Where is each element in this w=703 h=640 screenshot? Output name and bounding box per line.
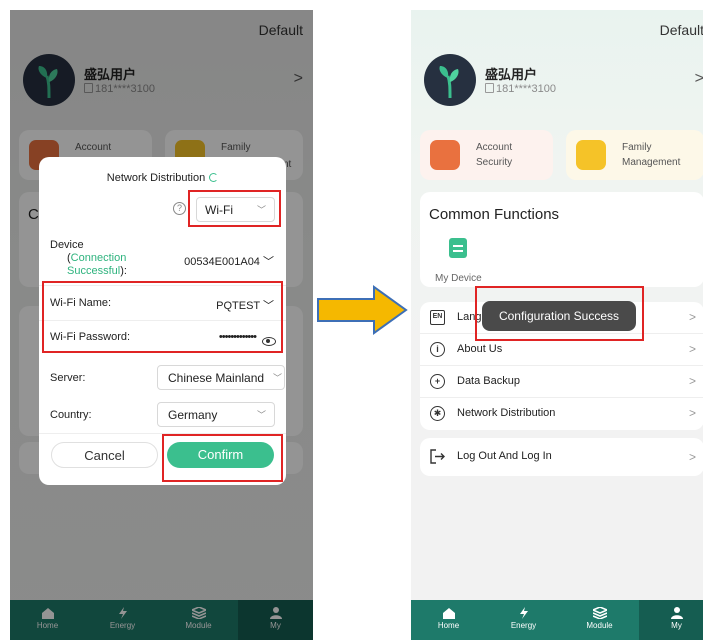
default-link[interactable]: Default: [660, 22, 703, 38]
tab-energy[interactable]: Energy: [486, 600, 561, 640]
cancel-button[interactable]: Cancel: [51, 442, 158, 468]
chevron-right-icon: >: [688, 310, 696, 324]
chevron-right-icon: >: [694, 70, 703, 87]
menu-label: Data Backup: [457, 375, 520, 387]
chevron-down-icon: ﹀: [263, 256, 274, 268]
menu-item-data-backup[interactable]: + Data Backup >: [420, 366, 703, 398]
profile-row[interactable]: 盛弘用户 181****3100 >: [424, 50, 703, 110]
tab-module[interactable]: Module: [562, 600, 637, 640]
highlight-confirm: [162, 434, 283, 482]
user-phone: 181****3100: [485, 83, 556, 95]
country-label: Country:: [50, 409, 92, 421]
dialog-title-text: Network Distribution: [106, 172, 206, 184]
chevron-right-icon: >: [688, 450, 696, 464]
help-icon[interactable]: ?: [173, 202, 186, 215]
device-icon[interactable]: [449, 238, 467, 258]
user-phone-number: 181****3100: [496, 83, 556, 95]
logout-label: Log Out And Log In: [457, 450, 552, 462]
menu-label: Network Distribution: [457, 407, 556, 419]
chevron-right-icon: >: [688, 374, 696, 388]
tab-home[interactable]: Home: [411, 600, 486, 640]
info-icon: i: [430, 342, 445, 357]
tab-module-label: Module: [586, 621, 613, 630]
lightning-icon: [519, 607, 528, 619]
device-status-text: Connection Successful: [67, 252, 127, 277]
chevron-down-icon: ﹀: [272, 373, 282, 383]
server-label: Server:: [50, 372, 86, 384]
chevron-down-icon: ﹀: [256, 410, 266, 420]
highlight-toast: [475, 286, 644, 341]
tab-home-label: Home: [437, 621, 460, 630]
family-line-2: Management: [622, 157, 681, 168]
tab-my[interactable]: My: [639, 600, 703, 640]
network-distribution-dialog: Network Distribution ? Wi-Fi ﹀ Device (Co…: [39, 157, 286, 485]
tab-my-label: My: [671, 621, 682, 630]
common-functions-card: Common Functions My Device: [420, 192, 703, 287]
menu-item-network-distribution[interactable]: ✱ Network Distribution >: [420, 398, 703, 430]
home-icon: [442, 608, 455, 619]
phone-before: Default 盛弘用户 181****3100 > Account Famil…: [10, 10, 313, 640]
account-security-label: Account Security: [476, 140, 512, 170]
family-management-card[interactable]: Family Management: [566, 130, 703, 180]
device-select[interactable]: 00534E001A04 ﹀: [184, 253, 274, 269]
device-status: (Connection Successful):: [67, 252, 137, 278]
family-icon: [576, 140, 606, 170]
plus-icon: +: [430, 374, 445, 389]
menu-label: About Us: [457, 343, 503, 355]
language-icon: EN: [430, 310, 445, 325]
arrow-right-icon: [317, 285, 408, 335]
user-name: 盛弘用户: [485, 67, 538, 82]
country-value: Germany: [168, 408, 218, 422]
tab-energy-label: Energy: [510, 621, 537, 630]
device-label: Device: [50, 239, 84, 251]
highlight-wifi: [42, 281, 283, 353]
dialog-title: Network Distribution: [39, 172, 286, 184]
server-value: Chinese Mainland: [168, 371, 265, 385]
logout-card[interactable]: Log Out And Log In >: [420, 438, 703, 476]
phone-after: Default 盛弘用户 181****3100 > Account Securi…: [411, 10, 703, 640]
common-functions-title: Common Functions: [429, 206, 560, 223]
chevron-right-icon: >: [688, 342, 696, 356]
logout-icon: [430, 449, 445, 464]
person-icon: [670, 607, 683, 619]
refresh-icon[interactable]: [209, 173, 219, 182]
highlight-mode: [188, 190, 281, 227]
bluetooth-icon: ✱: [430, 406, 445, 421]
chevron-right-icon: >: [688, 406, 696, 420]
phone-icon: [485, 83, 494, 93]
account-security-card[interactable]: Account Security: [420, 130, 553, 180]
country-select[interactable]: Germany ﹀: [157, 402, 275, 427]
avatar: [424, 54, 476, 106]
my-device-label[interactable]: My Device: [435, 273, 482, 284]
server-select[interactable]: Chinese Mainland ﹀: [157, 365, 285, 390]
account-line-2: Security: [476, 157, 513, 168]
layers-icon: [592, 607, 607, 619]
comparison-stage: Default 盛弘用户 181****3100 > Account Famil…: [0, 0, 703, 640]
shield-icon: [430, 140, 460, 170]
family-line-1: Family: [622, 142, 652, 153]
bottom-tab-bar: Home Energy Module My: [411, 600, 703, 640]
family-management-label: Family Management: [622, 140, 680, 170]
device-value: 00534E001A04: [184, 256, 260, 268]
account-line-1: Account: [476, 142, 513, 153]
sprout-logo-icon: [439, 66, 459, 99]
device-status-close: ):: [120, 265, 127, 277]
